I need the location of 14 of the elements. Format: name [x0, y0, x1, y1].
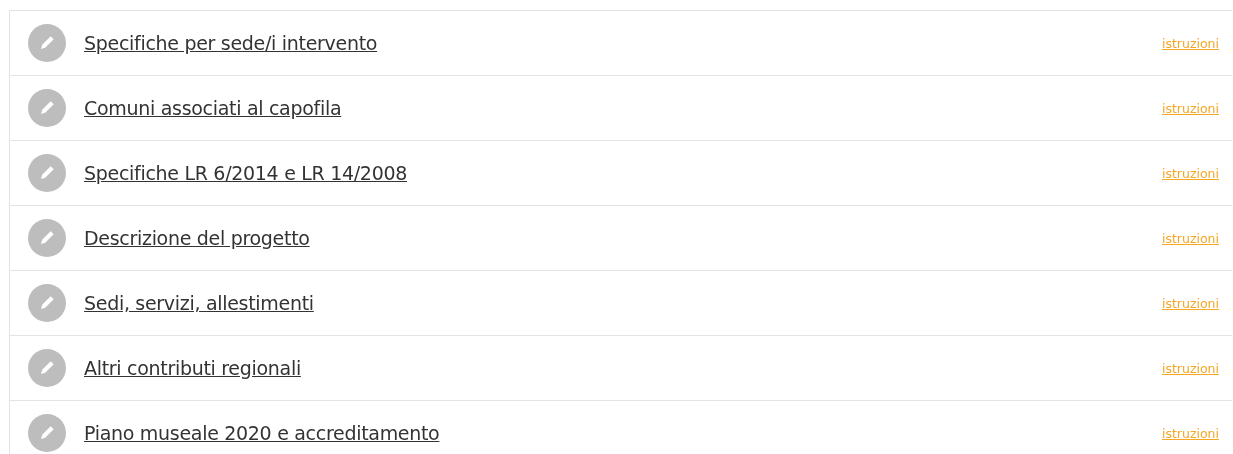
section-link[interactable]: Comuni associati al capofila: [84, 97, 1162, 119]
pencil-icon[interactable]: [28, 154, 66, 192]
pencil-icon[interactable]: [28, 414, 66, 452]
pencil-icon[interactable]: [28, 24, 66, 62]
pencil-icon[interactable]: [28, 219, 66, 257]
section-link[interactable]: Sedi, servizi, allestimenti: [84, 292, 1162, 314]
pencil-icon[interactable]: [28, 89, 66, 127]
section-link[interactable]: Descrizione del progetto: [84, 227, 1162, 249]
pencil-icon[interactable]: [28, 284, 66, 322]
section-link[interactable]: Piano museale 2020 e accreditamento: [84, 422, 1162, 444]
section-link[interactable]: Altri contributi regionali: [84, 357, 1162, 379]
section-link[interactable]: Specifiche per sede/i intervento: [84, 32, 1162, 54]
pencil-icon[interactable]: [28, 349, 66, 387]
section-link[interactable]: Specifiche LR 6/2014 e LR 14/2008: [84, 162, 1162, 184]
